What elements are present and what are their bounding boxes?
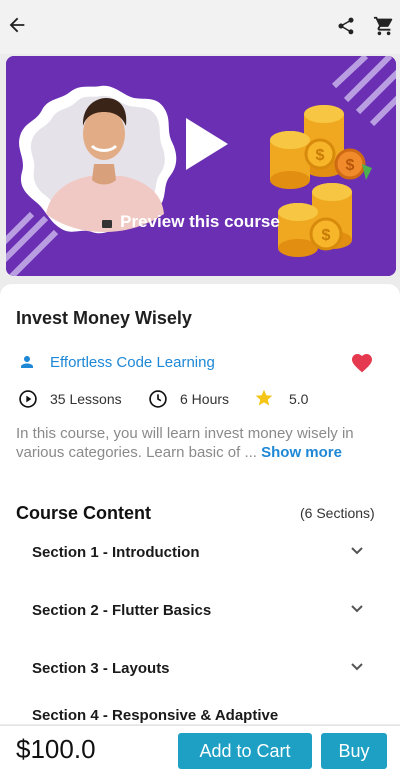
buy-button[interactable]: Buy bbox=[321, 733, 387, 769]
course-content-heading: Course Content bbox=[16, 503, 151, 523]
heart-icon[interactable] bbox=[350, 351, 374, 373]
sections-count: (6 Sections) bbox=[300, 505, 375, 521]
course-duration: 6 Hours bbox=[180, 391, 230, 407]
section-title: Section 4 - Responsive & Adaptive bbox=[32, 707, 279, 724]
person-icon bbox=[21, 356, 33, 368]
star-icon bbox=[255, 389, 273, 406]
preview-course-label[interactable]: Preview this course bbox=[0, 212, 400, 232]
svg-text:$: $ bbox=[316, 147, 325, 164]
chevron-down-icon[interactable] bbox=[350, 546, 364, 556]
chevron-down-icon[interactable] bbox=[350, 662, 364, 672]
section-item-1[interactable]: Section 1 - Introduction bbox=[0, 544, 400, 584]
add-to-cart-button[interactable]: Add to Cart bbox=[178, 733, 312, 769]
section-title: Section 1 - Introduction bbox=[32, 544, 200, 561]
preview-illustration: $ $ $ bbox=[6, 56, 396, 276]
course-preview-banner[interactable]: $ $ $ bbox=[6, 56, 396, 276]
section-item-3[interactable]: Section 3 - Layouts bbox=[0, 660, 400, 700]
svg-text:$: $ bbox=[346, 157, 355, 174]
top-app-bar bbox=[0, 0, 400, 54]
section-item-2[interactable]: Section 2 - Flutter Basics bbox=[0, 602, 400, 642]
section-title: Section 2 - Flutter Basics bbox=[32, 602, 212, 619]
show-more-link[interactable]: Show more bbox=[261, 444, 342, 461]
course-author-link[interactable]: Effortless Code Learning bbox=[50, 354, 215, 371]
course-title: Invest Money Wisely bbox=[16, 308, 192, 328]
cart-icon[interactable] bbox=[372, 15, 396, 37]
share-icon[interactable] bbox=[336, 15, 356, 37]
course-price: $100.0 bbox=[16, 734, 96, 764]
section-item-4[interactable]: Section 4 - Responsive & Adaptive bbox=[0, 707, 400, 725]
course-rating: 5.0 bbox=[289, 391, 309, 407]
clock-icon bbox=[149, 390, 167, 408]
chevron-down-icon[interactable] bbox=[350, 604, 364, 614]
lessons-count: 35 Lessons bbox=[50, 391, 122, 407]
back-arrow-icon[interactable] bbox=[6, 14, 28, 36]
play-circle-icon bbox=[19, 390, 37, 408]
section-title: Section 3 - Layouts bbox=[32, 660, 170, 677]
course-description: In this course, you will learn invest mo… bbox=[16, 424, 384, 462]
